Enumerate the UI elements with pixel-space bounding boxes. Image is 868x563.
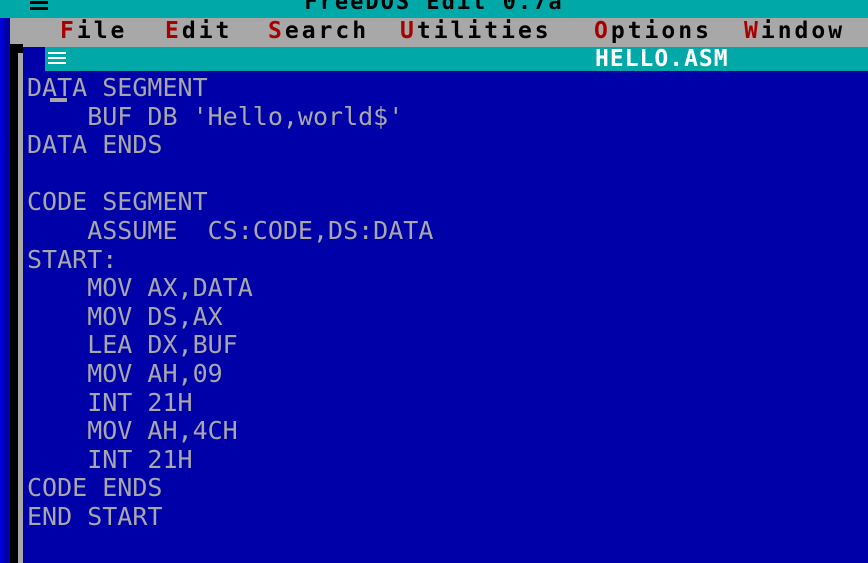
menu-hotkey: S bbox=[268, 18, 285, 44]
window-frame-corner bbox=[10, 44, 23, 53]
document-filename: HELLO.ASM bbox=[595, 46, 729, 72]
menu-hotkey: F bbox=[60, 18, 77, 44]
menu-label-rest: indow bbox=[760, 18, 846, 44]
application-title: FreeDOS Edit 0.7a bbox=[304, 0, 564, 15]
document-titlebar[interactable] bbox=[45, 47, 868, 71]
menu-item-edit[interactable]: Edit bbox=[165, 18, 232, 44]
menu-hotkey: W bbox=[744, 18, 761, 44]
code-line: INT 21H bbox=[27, 387, 193, 417]
menu-label-rest: earch bbox=[284, 18, 370, 44]
code-line: END START bbox=[27, 501, 163, 531]
code-line: LEA DX,BUF bbox=[27, 330, 238, 360]
text-cursor bbox=[50, 98, 67, 102]
code-line: BUF DB 'Hello,world$' bbox=[27, 101, 404, 131]
code-line: MOV AH,09 bbox=[27, 358, 223, 388]
code-editor[interactable]: DATA SEGMENT BUF DB 'Hello,world$' DATA E… bbox=[23, 71, 868, 563]
code-line: ASSUME CS:CODE,DS:DATA bbox=[27, 215, 434, 245]
freedos-edit-window: FreeDOS Edit 0.7a File Edit Search Utilitie… bbox=[0, 0, 868, 563]
menubar-left-notch bbox=[3, 18, 10, 44]
menu-item-file[interactable]: File bbox=[60, 18, 127, 44]
menu-hotkey: E bbox=[165, 18, 182, 44]
code-lines: DATA SEGMENT BUF DB 'Hello,world$' DATA E… bbox=[27, 73, 434, 532]
window-frame-left-shadow bbox=[10, 44, 18, 563]
code-line: INT 21H bbox=[27, 444, 193, 474]
menu-item-window[interactable]: Window bbox=[744, 18, 845, 44]
menu-label-rest: ptions bbox=[610, 18, 712, 44]
code-line: CODE ENDS bbox=[27, 473, 163, 503]
menu-hotkey: U bbox=[400, 18, 417, 44]
system-menu-icon[interactable] bbox=[30, 1, 48, 11]
code-line: MOV DS,AX bbox=[27, 301, 223, 331]
code-line: CODE SEGMENT bbox=[27, 187, 208, 217]
menu-item-options[interactable]: Options bbox=[594, 18, 712, 44]
code-line: MOV AH,4CH bbox=[27, 416, 238, 446]
menu-item-utilities[interactable]: Utilities bbox=[400, 18, 552, 44]
application-titlebar: FreeDOS Edit 0.7a bbox=[0, 0, 868, 18]
document-menu-icon[interactable] bbox=[48, 52, 66, 65]
code-line: DATA ENDS bbox=[27, 130, 163, 160]
code-line: START: bbox=[27, 244, 118, 274]
window-frame-left-fill bbox=[3, 44, 10, 563]
menu-label-rest: ile bbox=[76, 18, 128, 44]
menu-item-search[interactable]: Search bbox=[268, 18, 369, 44]
code-line: MOV AX,DATA bbox=[27, 273, 253, 303]
menu-label-rest: tilities bbox=[416, 18, 552, 44]
menu-hotkey: O bbox=[594, 18, 611, 44]
menu-label-rest: dit bbox=[181, 18, 233, 44]
code-line: DATA SEGMENT bbox=[27, 73, 208, 102]
menubar: File Edit Search Utilities Options Window bbox=[0, 18, 868, 44]
